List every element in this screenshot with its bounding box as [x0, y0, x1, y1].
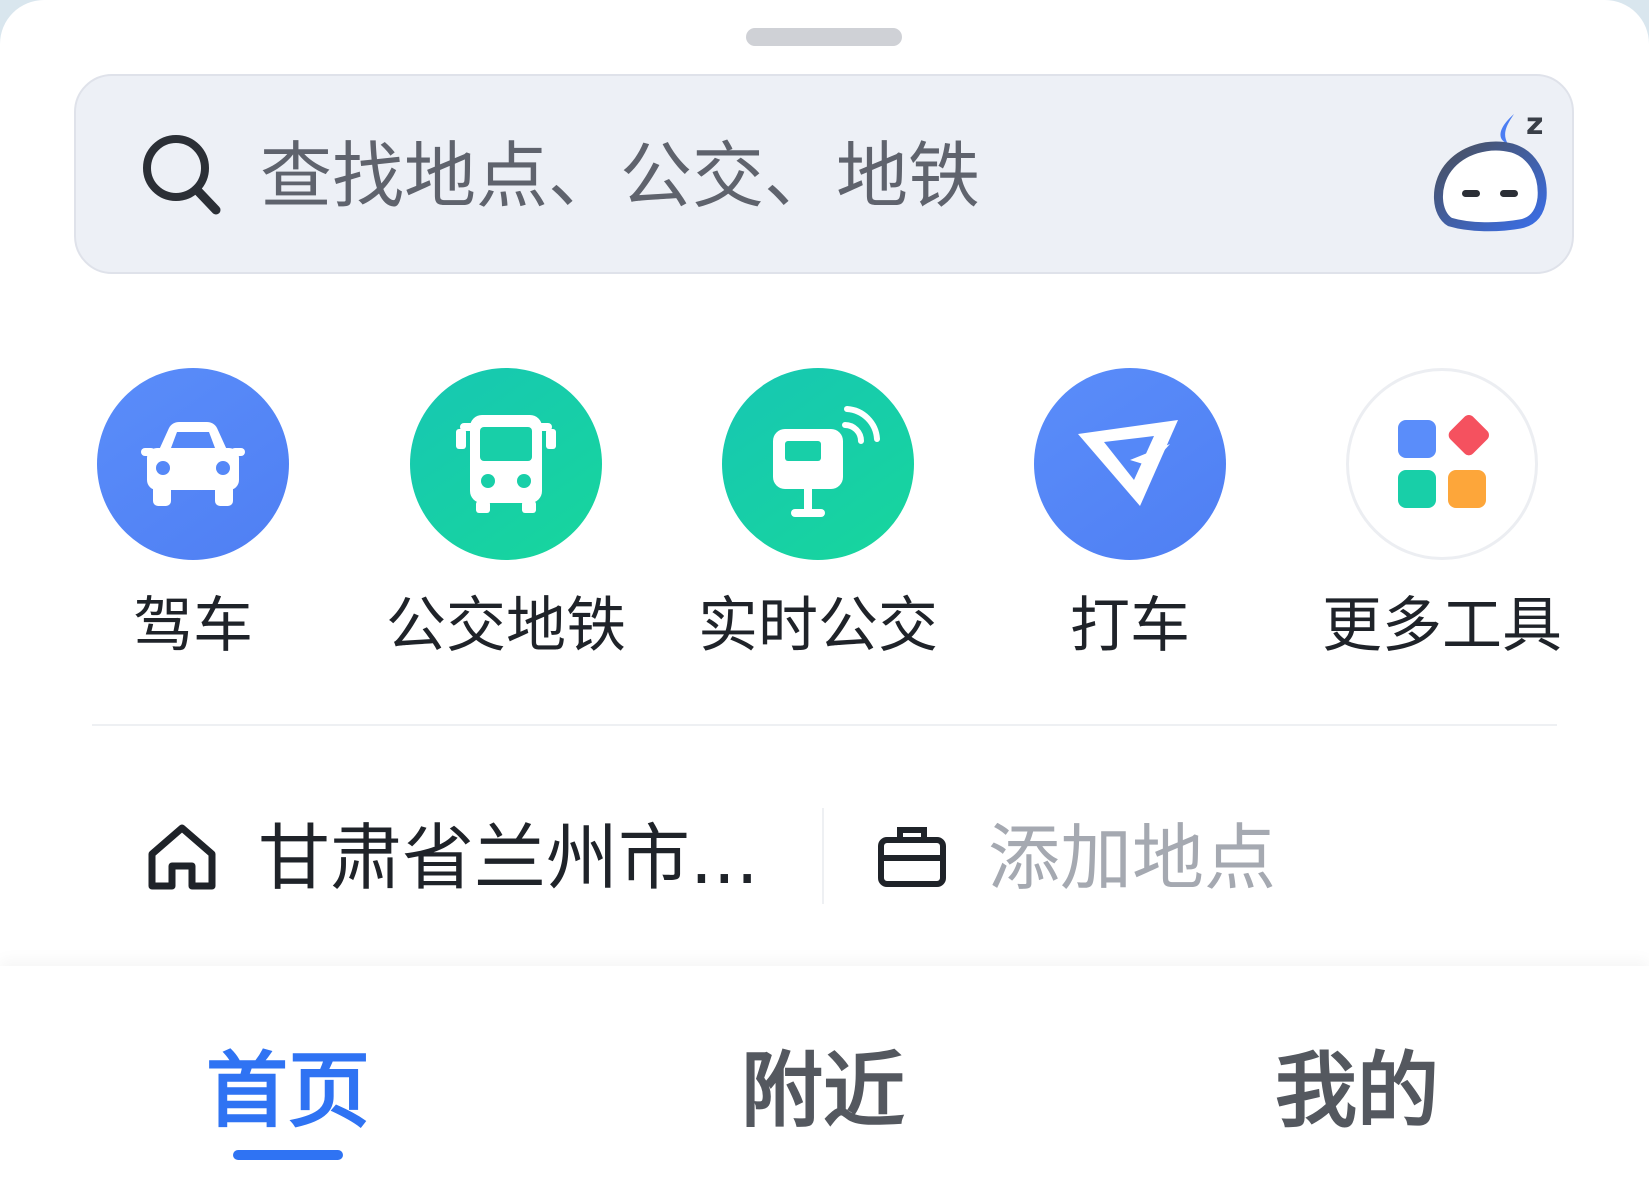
tool-bus-subway[interactable]: 公交地铁	[356, 368, 656, 668]
home-icon	[148, 824, 216, 890]
tab-nearby[interactable]: 附近	[673, 1042, 973, 1152]
drag-handle[interactable]	[746, 28, 902, 46]
svg-text:z: z	[1526, 107, 1543, 142]
home-place[interactable]: 甘肃省兰州市...	[146, 808, 766, 908]
ride-hailing-icon	[1078, 420, 1178, 506]
home-place-label: 甘肃省兰州市...	[258, 816, 759, 900]
tool-bus-subway-label: 公交地铁	[386, 591, 626, 661]
tab-active-indicator	[233, 1150, 343, 1160]
tool-bus-subway-circle	[410, 368, 602, 560]
tool-drive[interactable]: 驾车	[43, 368, 343, 668]
apps-grid-icon	[1398, 415, 1489, 508]
tab-home[interactable]: 首页	[138, 1042, 438, 1152]
tool-drive-label: 驾车	[133, 591, 253, 661]
bottom-tab-bar: 首页 附近 我的	[0, 966, 1649, 1200]
tool-drive-circle	[97, 368, 289, 560]
tool-taxi[interactable]: 打车	[980, 368, 1280, 668]
car-icon	[141, 422, 245, 506]
bus-stop-signal-icon	[773, 406, 880, 517]
bottom-sheet: 查找地点、公交、地铁 z 驾车 公交地铁 实时公交 打车 更多工具 甘肃省兰州市…	[0, 0, 1649, 1200]
tool-realtime-bus-label: 实时公交	[698, 591, 938, 661]
bus-icon	[456, 415, 556, 513]
section-divider	[92, 724, 1557, 726]
search-bar[interactable]: 查找地点、公交、地铁 z	[74, 74, 1574, 274]
add-place-label: 添加地点	[988, 816, 1277, 900]
assistant-sleeping-icon[interactable]: z	[1428, 104, 1558, 244]
search-icon	[143, 135, 221, 215]
tool-more[interactable]: 更多工具	[1292, 368, 1592, 668]
tool-realtime-bus[interactable]: 实时公交	[668, 368, 968, 668]
places-separator	[822, 808, 824, 904]
tool-realtime-bus-circle	[722, 368, 914, 560]
tool-taxi-label: 打车	[1070, 591, 1190, 661]
tool-taxi-circle	[1034, 368, 1226, 560]
search-placeholder[interactable]: 查找地点、公交、地铁	[260, 126, 980, 226]
tool-more-circle	[1346, 368, 1538, 560]
tab-mine[interactable]: 我的	[1207, 1042, 1507, 1152]
briefcase-icon	[878, 827, 946, 887]
tool-more-label: 更多工具	[1322, 591, 1562, 661]
add-place[interactable]: 添加地点	[876, 808, 1376, 908]
